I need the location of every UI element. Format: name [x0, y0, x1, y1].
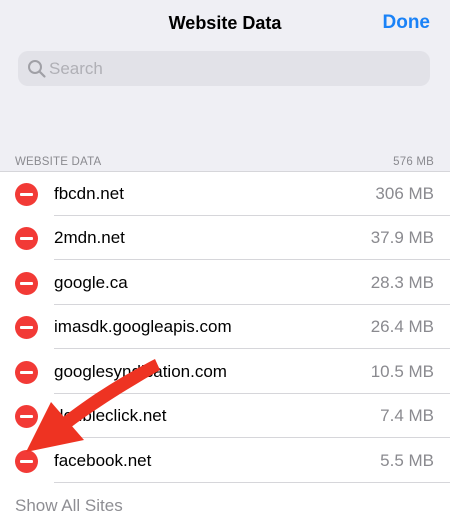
site-name: facebook.net	[54, 451, 152, 470]
site-name: fbcdn.net	[54, 184, 124, 203]
site-name: google.ca	[54, 273, 128, 292]
navigation-bar: Website Data Done	[0, 0, 450, 48]
section-header: WEBSITE DATA 576 MB	[15, 156, 434, 170]
site-size: 5.5 MB	[380, 451, 434, 470]
list-item[interactable]: google.ca 28.3 MB	[0, 261, 450, 305]
list-item[interactable]: doubleclick.net 7.4 MB	[0, 394, 450, 438]
row-divider	[54, 437, 450, 438]
done-button[interactable]: Done	[383, 12, 431, 34]
site-size: 37.9 MB	[370, 228, 434, 247]
show-all-sites-link[interactable]: Show All Sites	[15, 496, 123, 516]
list-item[interactable]: fbcdn.net 306 MB	[0, 172, 450, 216]
search-input[interactable]	[49, 51, 419, 86]
site-size: 28.3 MB	[370, 273, 434, 292]
row-divider	[54, 482, 450, 483]
site-name: doubleclick.net	[54, 406, 167, 425]
site-size: 26.4 MB	[370, 317, 434, 336]
minus-circle-icon[interactable]	[15, 272, 38, 295]
row-divider	[54, 348, 450, 349]
site-name: 2mdn.net	[54, 228, 125, 247]
minus-circle-icon[interactable]	[15, 361, 38, 384]
section-title: WEBSITE DATA	[15, 156, 102, 168]
list-item[interactable]: facebook.net 5.5 MB	[0, 439, 450, 483]
minus-circle-icon[interactable]	[15, 227, 38, 250]
site-size: 10.5 MB	[370, 362, 434, 381]
minus-circle-icon[interactable]	[15, 183, 38, 206]
site-size: 306 MB	[375, 184, 434, 203]
minus-circle-icon[interactable]	[15, 405, 38, 428]
list-item[interactable]: 2mdn.net 37.9 MB	[0, 216, 450, 260]
total-size: 576 MB	[393, 156, 434, 168]
search-icon	[28, 60, 46, 78]
row-divider	[54, 259, 450, 260]
site-size: 7.4 MB	[380, 406, 434, 425]
site-name: imasdk.googleapis.com	[54, 317, 232, 336]
list-item[interactable]: googlesyndication.com 10.5 MB	[0, 350, 450, 394]
minus-circle-icon[interactable]	[15, 450, 38, 473]
website-list: fbcdn.net 306 MB 2mdn.net 37.9 MB google…	[0, 171, 450, 526]
search-bar[interactable]	[18, 51, 430, 86]
minus-circle-icon[interactable]	[15, 316, 38, 339]
site-name: googlesyndication.com	[54, 362, 227, 381]
list-item[interactable]: imasdk.googleapis.com 26.4 MB	[0, 305, 450, 349]
